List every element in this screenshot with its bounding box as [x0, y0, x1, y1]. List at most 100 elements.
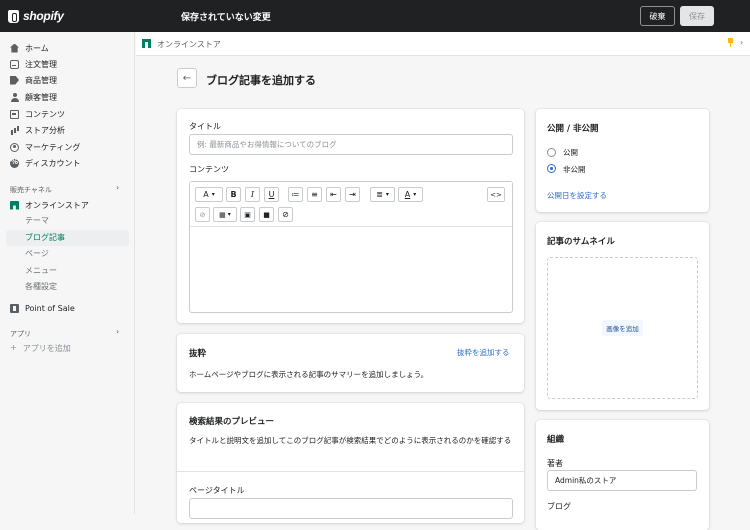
excerpt-heading: 抜粋	[189, 349, 207, 359]
add-image-button[interactable]: 画像を追加	[602, 320, 643, 336]
table-icon: ▦	[219, 210, 226, 219]
text-style-dropdown[interactable]: A ▾	[195, 187, 223, 202]
post-editor-card: タイトル 例: 最新商品やお得情報についてのブログ コンテンツ A ▾ B I U…	[177, 109, 524, 323]
brand-name: shopify	[23, 9, 64, 23]
insert-video-button[interactable]: ■	[259, 207, 274, 222]
chevron-right-icon[interactable]: ›	[116, 327, 119, 336]
set-visibility-date-link[interactable]: 公開日を設定する	[547, 190, 607, 201]
bold-button[interactable]: B	[226, 187, 241, 202]
marketing-icon	[10, 142, 19, 152]
add-app-label: アプリを追加	[22, 344, 71, 353]
align-dropdown[interactable]: ≣ ▾	[370, 187, 395, 202]
excerpt-card: 抜粋 抜粋を追加する ホームページやブログに表示される記事のサマリーを追加しまし…	[177, 334, 524, 392]
link-button[interactable]: ⊘	[195, 207, 210, 222]
sidebar-subitem-pages[interactable]: ページ	[25, 246, 49, 260]
breadcrumb-label[interactable]: オンラインストア	[157, 39, 221, 50]
sidebar-item-online-store[interactable]: オンラインストア	[10, 198, 130, 212]
sidebar-item-point-of-sale[interactable]: Point of Sale	[10, 301, 130, 315]
plus-icon: +	[10, 343, 17, 352]
rich-text-editor: A ▾ B I U ≔ ≡ ⇤ ⇥ ≣ ▾ A ▾ <> ⊘ ▦ ▾ ▣ ■ ⊘	[189, 181, 513, 313]
page-title-input[interactable]	[189, 498, 513, 519]
html-view-button[interactable]: <>	[487, 187, 505, 202]
sidebar-item-marketing[interactable]: マーケティング	[10, 140, 130, 154]
discount-icon	[10, 158, 19, 168]
back-button[interactable]: ←	[177, 68, 197, 88]
sidebar-item-label: 商品管理	[25, 75, 57, 85]
sidebar-item-label: Point of Sale	[25, 303, 75, 313]
sidebar-subitem-themes[interactable]: テーマ	[25, 213, 49, 227]
store-icon	[10, 200, 19, 210]
sidebar-item-orders[interactable]: 注文管理	[10, 57, 130, 71]
sidebar-item-label: ストア分析	[25, 125, 65, 135]
italic-button[interactable]: I	[245, 187, 260, 202]
visible-option-label: 公開	[563, 148, 578, 157]
chevron-right-icon[interactable]: ›	[116, 183, 119, 192]
blog-label: ブログ	[547, 502, 571, 511]
page-title: ブログ記事を追加する	[206, 74, 316, 87]
outdent-button[interactable]: ⇤	[326, 187, 341, 202]
text-color-icon: A	[404, 190, 411, 199]
caret-down-icon: ▾	[413, 191, 417, 198]
sidebar-subitem-menus[interactable]: メニュー	[25, 263, 57, 277]
sidebar-item-products[interactable]: 商品管理	[10, 73, 130, 87]
video-icon: ■	[263, 210, 270, 219]
featured-image-card: 記事のサムネイル 画像を追加	[536, 222, 709, 410]
save-button[interactable]: 保存	[680, 6, 714, 26]
bulleted-list-button[interactable]: ≔	[288, 187, 303, 202]
sidebar-item-home[interactable]: ホーム	[10, 41, 130, 55]
sidebar-item-label: ホーム	[25, 43, 49, 53]
sidebar-subitem-blog-posts[interactable]: ブログ記事	[25, 230, 65, 244]
shopify-bag-icon	[8, 9, 19, 23]
visible-radio[interactable]	[547, 148, 556, 157]
add-app-link[interactable]: + アプリを追加	[10, 343, 71, 354]
seo-description: タイトルと説明文を追加してこのブログ記事が検索結果でどのように表示されるのかを確…	[189, 436, 512, 445]
visibility-card: 公開 / 非公開 公開 非公開 公開日を設定する	[536, 109, 709, 212]
underline-button[interactable]: U	[264, 187, 279, 202]
arrow-left-icon: ←	[182, 72, 192, 84]
text-color-dropdown[interactable]: A ▾	[398, 187, 423, 202]
hidden-radio[interactable]	[547, 164, 556, 173]
clear-format-icon: ⊘	[282, 210, 289, 219]
sidebar-item-discounts[interactable]: ディスカウント	[10, 156, 130, 170]
thumbnail-heading: 記事のサムネイル	[547, 237, 615, 247]
image-dropzone[interactable]: 画像を追加	[547, 257, 698, 399]
link-icon: ⊘	[199, 210, 206, 219]
page-title-label: ページタイトル	[189, 486, 245, 495]
store-icon	[142, 39, 151, 48]
editor-toolbar: A ▾ B I U ≔ ≡ ⇤ ⇥ ≣ ▾ A ▾ <> ⊘ ▦ ▾ ▣ ■ ⊘	[190, 182, 512, 227]
pin-icon[interactable]	[727, 38, 734, 48]
caret-down-icon: ▾	[227, 211, 231, 218]
title-label: タイトル	[189, 122, 221, 131]
insert-image-button[interactable]: ▣	[240, 207, 255, 222]
align-icon: ≣	[376, 190, 383, 199]
excerpt-description: ホームページやブログに表示される記事のサマリーを追加しましょう。	[189, 370, 429, 379]
sidebar-subitem-preferences[interactable]: 各種設定	[25, 279, 57, 293]
hidden-option-label: 非公開	[563, 165, 586, 174]
divider	[177, 471, 524, 472]
add-excerpt-link[interactable]: 抜粋を追加する	[457, 347, 510, 358]
title-input[interactable]: 例: 最新商品やお得情報についてのブログ	[189, 134, 513, 155]
author-select[interactable]: Admin私のストア	[547, 470, 697, 491]
sidebar-item-label: ディスカウント	[25, 158, 81, 168]
apps-heading: アプリ	[10, 330, 31, 338]
sidebar-item-label: マーケティング	[25, 142, 81, 152]
analytics-icon	[10, 126, 19, 135]
sidebar-item-label: 顧客管理	[25, 92, 57, 102]
sidebar-item-analytics[interactable]: ストア分析	[10, 123, 130, 137]
shopify-logo[interactable]: shopify	[8, 9, 64, 23]
indent-button[interactable]: ⇥	[345, 187, 360, 202]
discard-button[interactable]: 破棄	[640, 6, 675, 26]
visibility-heading: 公開 / 非公開	[547, 124, 599, 134]
pos-icon	[10, 303, 19, 313]
organization-heading: 組織	[547, 435, 565, 445]
editor-body[interactable]	[190, 228, 512, 312]
numbered-list-button[interactable]: ≡	[307, 187, 322, 202]
content-label: コンテンツ	[189, 165, 229, 174]
tag-icon	[10, 75, 19, 85]
seo-heading: 検索結果のプレビュー	[189, 417, 275, 427]
table-dropdown[interactable]: ▦ ▾	[213, 207, 237, 222]
sidebar-item-customers[interactable]: 顧客管理	[10, 90, 130, 104]
chevron-right-icon[interactable]: ›	[740, 38, 743, 47]
clear-formatting-button[interactable]: ⊘	[278, 207, 293, 222]
sidebar-item-content[interactable]: コンテンツ	[10, 107, 130, 121]
